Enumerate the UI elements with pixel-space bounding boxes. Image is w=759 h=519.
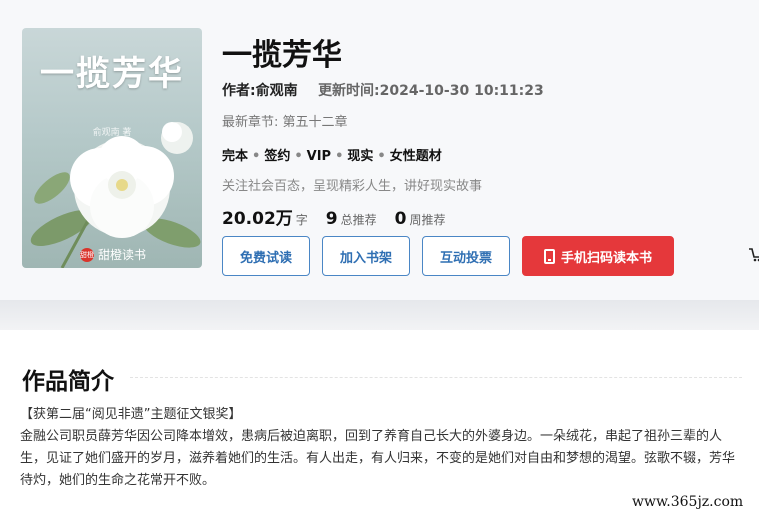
tag-separator: •: [377, 149, 386, 164]
cover-title: 一揽芳华: [40, 54, 184, 94]
intro-section: 作品简介 【获第二届“阅见非遗”主题征文银奖】 金融公司职员薛芳华因公司降本增效…: [0, 330, 759, 519]
cover-brand: 甜橙 甜橙读书: [80, 246, 146, 263]
book-cover[interactable]: 一揽芳华 俞观南 著 甜橙 甜橙读书: [22, 28, 202, 268]
synopsis: 金融公司职员薛芳华因公司降本增效，患病后被迫离职，回到了养育自己长大的外婆身边。…: [20, 429, 736, 488]
intro-heading: 作品简介: [22, 369, 114, 395]
book-tagline: 关注社会百态，呈现精彩人生，讲好现实故事: [222, 179, 483, 194]
cover-author: 俞观南 著: [92, 128, 132, 138]
stat-words: 20.02万字: [222, 204, 308, 229]
cover-brand-label: 甜橙读书: [98, 248, 147, 262]
cart-icon[interactable]: [748, 246, 759, 266]
book-tags: 完本 • 签约 • VIP • 现实 • 女性题材: [222, 145, 442, 164]
word-count-unit: 字: [295, 213, 308, 227]
free-read-button[interactable]: 免费试读: [222, 236, 310, 276]
panel-divider: [0, 300, 759, 330]
tag-completed: 完本: [222, 149, 249, 164]
word-count: 20.02万: [222, 209, 293, 229]
week-recommend-label: 周推荐: [409, 213, 446, 227]
orange-logo-icon: 甜橙: [80, 247, 94, 262]
intro-divider: [130, 377, 742, 378]
award-line: 【获第二届“阅见非遗”主题征文银奖】: [20, 407, 242, 422]
tag-signed: 签约: [264, 149, 291, 164]
scan-to-read-button[interactable]: 手机扫码读本书: [522, 236, 674, 276]
scan-to-read-label: 手机扫码读本书: [560, 250, 652, 266]
total-recommend-count: 9: [325, 209, 338, 229]
site-watermark: www.365jz.com: [632, 494, 744, 510]
vote-button[interactable]: 互动投票: [422, 236, 510, 276]
tag-vip: VIP: [306, 149, 332, 164]
intro-text: 【获第二届“阅见非遗”主题征文银奖】 金融公司职员薛芳华因公司降本增效，患病后被…: [20, 404, 746, 492]
tag-realistic[interactable]: 现实: [347, 149, 373, 164]
book-meta: 作者:俞观南 更新时间:2024-10-30 10:11:23: [222, 80, 544, 100]
phone-icon: [543, 248, 555, 264]
tag-separator: •: [335, 149, 344, 164]
stat-week-recommend: 0 周推荐: [395, 209, 446, 229]
tag-separator: •: [294, 149, 303, 164]
author-link[interactable]: 作者:俞观南: [222, 83, 298, 99]
week-recommend-count: 0: [394, 209, 407, 229]
add-to-shelf-button[interactable]: 加入书架: [322, 236, 410, 276]
tag-female-theme[interactable]: 女性题材: [390, 149, 442, 164]
total-recommend-label: 总推荐: [340, 213, 377, 227]
book-stats: 20.02万字 9 总推荐 0 周推荐: [222, 204, 446, 229]
tag-separator: •: [252, 149, 261, 164]
stat-total-recommend: 9 总推荐: [326, 209, 377, 229]
latest-chapter-link[interactable]: 最新章节: 第五十二章: [222, 111, 348, 130]
book-title: 一揽芳华: [222, 38, 342, 73]
update-time: 更新时间:2024-10-30 10:11:23: [318, 83, 544, 99]
